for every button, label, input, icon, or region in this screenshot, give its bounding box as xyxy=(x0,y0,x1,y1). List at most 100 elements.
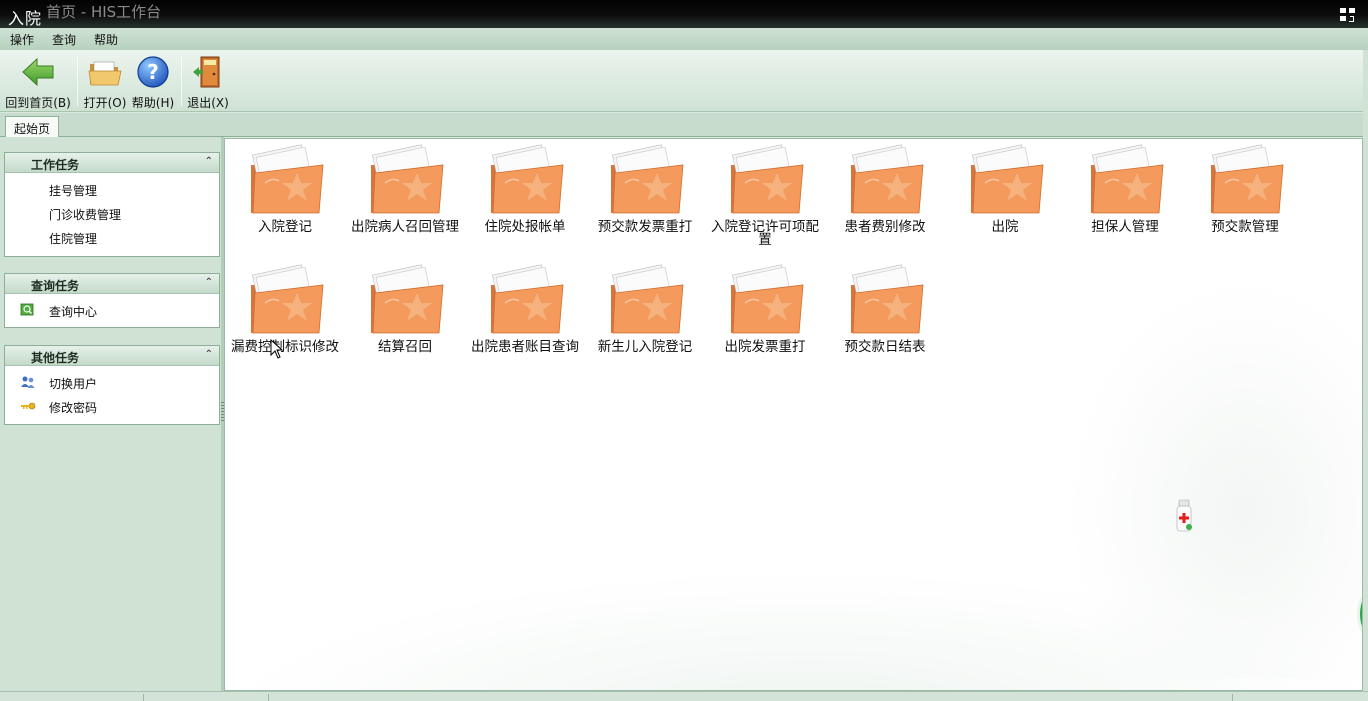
shortcut-label: 新生儿入院登记 xyxy=(597,339,693,355)
help-button[interactable]: ? 帮助(H) xyxy=(130,52,176,110)
sidebar-item-label: 查询中心 xyxy=(49,305,98,319)
medicine-bottle-icon xyxy=(1176,499,1192,532)
status-bar xyxy=(0,691,1368,701)
shortcut-prepayment-management[interactable]: 预交款管理 xyxy=(1185,139,1305,254)
shortcut-discharge-invoice-reprint[interactable]: 出院发票重打 xyxy=(705,259,825,374)
shortcut-label: 担保人管理 xyxy=(1091,219,1159,235)
folder-icon xyxy=(611,144,684,214)
shortcut-prepayment-daily-report[interactable]: 预交款日结表 xyxy=(825,259,945,374)
group-query-tasks: 查询任务 ⌃ 查询中心 xyxy=(4,273,220,328)
shortcut-label: 预交款管理 xyxy=(1211,219,1279,235)
folder-icon xyxy=(1091,144,1164,214)
shortcut-label: 预交款日结表 xyxy=(844,339,926,355)
help-icon: ? xyxy=(137,56,169,88)
restore-icon[interactable] xyxy=(1340,8,1358,24)
collapse-icon[interactable]: ⌃ xyxy=(205,277,213,288)
group-header[interactable]: 工作任务 ⌃ xyxy=(5,153,219,173)
menu-operation[interactable]: 操作 xyxy=(0,28,42,50)
shortcut-label: 漏费控制标识修改 xyxy=(231,339,339,355)
home-button-label: 回到首页(B) xyxy=(5,96,71,110)
group-header[interactable]: 其他任务 ⌃ xyxy=(5,346,219,366)
sidebar-item-query-center[interactable]: 查询中心 xyxy=(5,298,219,322)
shortcut-newborn-admission[interactable]: 新生儿入院登记 xyxy=(585,259,705,374)
shortcut-discharged-patient-account-query[interactable]: 出院患者账目查询 xyxy=(465,259,585,374)
shortcut-discharge-recall[interactable]: 出院病人召回管理 xyxy=(345,139,465,254)
folder-icon xyxy=(971,144,1044,214)
group-header[interactable]: 查询任务 ⌃ xyxy=(5,274,219,294)
toolbar-separator xyxy=(77,56,78,106)
sidebar-item-inpatient[interactable]: 住院管理 xyxy=(5,225,219,249)
collapse-icon[interactable]: ⌃ xyxy=(205,349,213,360)
open-button[interactable]: 打开(O) xyxy=(82,52,128,110)
right-frame xyxy=(1363,50,1368,691)
exit-button-label: 退出(X) xyxy=(187,96,229,110)
sidebar-item-label: 修改密码 xyxy=(49,401,98,415)
tab-strip: 起始页 xyxy=(0,113,1368,138)
folder-icon xyxy=(371,144,444,214)
svg-text:?: ? xyxy=(147,60,159,84)
title-bar: 首页 - HIS工作台 入院 xyxy=(0,0,1368,30)
shortcut-settlement-recall[interactable]: 结算召回 xyxy=(345,259,465,374)
toolbar: 回到首页(B) 打开(O) ? 帮助(H) 退出(X) xyxy=(0,50,1368,112)
help-button-label: 帮助(H) xyxy=(131,96,175,110)
group-work-tasks: 工作任务 ⌃ 挂号管理 门诊收费管理 住院管理 xyxy=(4,152,220,257)
shortcut-prepayment-invoice-reprint[interactable]: 预交款发票重打 xyxy=(585,139,705,254)
shortcut-label: 住院处报帐单 xyxy=(484,219,566,235)
toolbar-separator xyxy=(181,56,182,106)
folder-icon xyxy=(251,144,324,214)
users-icon xyxy=(21,376,35,388)
menu-query[interactable]: 查询 xyxy=(42,28,84,50)
sidebar-item-change-password[interactable]: 修改密码 xyxy=(5,394,219,418)
key-icon xyxy=(21,402,36,410)
menu-bar: 操作 查询 帮助 xyxy=(0,28,1368,50)
sidebar-item-label: 住院管理 xyxy=(49,232,98,246)
folder-icon xyxy=(491,264,564,334)
group-title: 其他任务 xyxy=(31,351,80,365)
group-other-tasks: 其他任务 ⌃ 切换用户 修改密码 xyxy=(4,345,220,425)
window-title: 入院 xyxy=(8,9,43,28)
window-ghost-title: 首页 - HIS工作台 xyxy=(46,3,162,21)
folder-open-icon xyxy=(88,61,122,86)
shortcut-label: 出院患者账目查询 xyxy=(471,339,579,355)
shortcut-patient-fee-type-change[interactable]: 患者费别修改 xyxy=(825,139,945,254)
background-decoration xyxy=(1052,259,1362,679)
folder-icon xyxy=(731,264,804,334)
folder-icon xyxy=(611,264,684,334)
shortcut-admission-registration[interactable]: 入院登记 xyxy=(225,139,345,254)
folder-icon xyxy=(731,144,804,214)
folder-icon xyxy=(371,264,444,334)
shortcut-label: 出院发票重打 xyxy=(724,339,806,355)
shortcut-guarantor-management[interactable]: 担保人管理 xyxy=(1065,139,1185,254)
task-sidebar: 工作任务 ⌃ 挂号管理 门诊收费管理 住院管理 查询任务 ⌃ 查询中心 其他任务… xyxy=(0,137,222,691)
sidebar-item-label: 挂号管理 xyxy=(49,184,98,198)
sidebar-item-outpatient-billing[interactable]: 门诊收费管理 xyxy=(5,201,219,225)
sidebar-item-label: 切换用户 xyxy=(49,377,98,391)
sidebar-item-label: 门诊收费管理 xyxy=(49,208,122,222)
shortcut-fee-leak-flag-change[interactable]: 漏费控制标识修改 xyxy=(225,259,345,374)
shortcut-discharge[interactable]: 出院 xyxy=(945,139,1065,254)
tab-start-page[interactable]: 起始页 xyxy=(5,116,59,138)
open-button-label: 打开(O) xyxy=(83,96,127,110)
group-title: 查询任务 xyxy=(31,279,80,293)
folder-icon xyxy=(251,264,324,334)
exit-button[interactable]: 退出(X) xyxy=(186,52,230,110)
mouse-cursor-icon xyxy=(270,339,284,359)
exit-door-icon xyxy=(193,56,220,88)
collapse-icon[interactable]: ⌃ xyxy=(205,156,213,167)
group-title: 工作任务 xyxy=(31,158,80,172)
menu-help[interactable]: 帮助 xyxy=(84,28,126,50)
back-arrow-icon xyxy=(22,57,54,87)
shortcut-inpatient-settlement[interactable]: 住院处报帐单 xyxy=(465,139,585,254)
folder-icon xyxy=(491,144,564,214)
shortcut-label: 出院 xyxy=(991,219,1019,235)
home-button[interactable]: 回到首页(B) xyxy=(4,52,72,110)
shortcut-label: 结算召回 xyxy=(378,339,432,355)
sidebar-item-switch-user[interactable]: 切换用户 xyxy=(5,370,219,394)
shortcut-label: 出院病人召回管理 xyxy=(351,219,459,235)
sidebar-item-registration[interactable]: 挂号管理 xyxy=(5,177,219,201)
folder-icon xyxy=(851,264,924,334)
shortcut-admission-permission-config[interactable]: 入院登记许可项配置 xyxy=(705,139,825,254)
shortcut-label: 入院登记许可项配置 xyxy=(711,219,819,248)
shortcut-label: 入院登记 xyxy=(258,219,312,235)
shortcut-label: 预交款发票重打 xyxy=(597,219,693,235)
